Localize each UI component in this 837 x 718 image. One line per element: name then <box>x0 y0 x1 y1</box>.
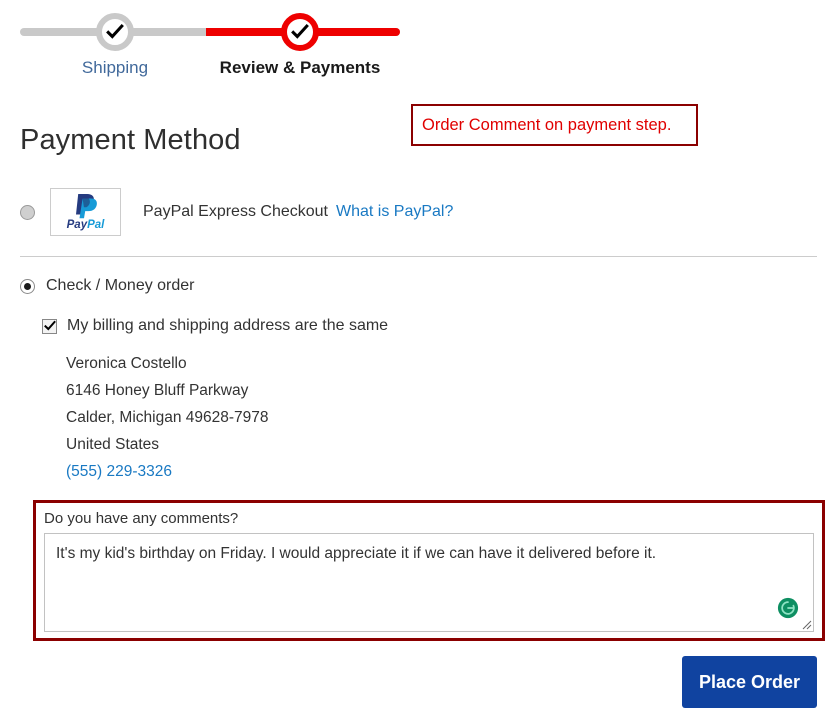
annotation-text: Order Comment on payment step. <box>422 115 672 134</box>
paypal-wordmark: PayPal <box>66 219 105 231</box>
check-icon <box>291 23 309 39</box>
payment-method-label-paypal: PayPal Express Checkout <box>143 203 328 220</box>
checkout-progress-bar: Shipping Review & Payments <box>0 0 837 92</box>
order-comment-field-group: Do you have any comments? It's my kid's … <box>33 500 825 641</box>
step-circle-shipping <box>96 13 134 51</box>
billing-same-as-shipping-label: My billing and shipping address are the … <box>67 317 389 334</box>
annotation-callout: Order Comment on payment step. <box>411 104 698 146</box>
radio-check-money-order[interactable] <box>20 278 35 294</box>
place-order-button[interactable]: Place Order <box>682 656 817 708</box>
address-city-state-zip: Calder, Michigan 49628-7978 <box>66 409 269 426</box>
payment-method-checkmo[interactable]: Check / Money order <box>20 277 195 295</box>
checkbox-billing-same-as-shipping[interactable] <box>42 318 57 334</box>
address-name: Veronica Costello <box>66 355 187 372</box>
order-comment-textarea[interactable]: It's my kid's birthday on Friday. I woul… <box>44 533 814 632</box>
grammarly-icon[interactable] <box>777 597 799 619</box>
progress-step-review-payments[interactable]: Review & Payments <box>200 0 400 78</box>
check-icon <box>106 23 124 39</box>
progress-step-label-review-payments: Review & Payments <box>219 58 381 77</box>
payment-method-label-checkmo: Check / Money order <box>46 277 195 294</box>
radio-paypal[interactable] <box>20 204 35 220</box>
check-icon <box>43 320 56 331</box>
address-street: 6146 Honey Bluff Parkway <box>66 382 249 399</box>
step-circle-review-payments <box>281 13 319 51</box>
order-comment-value: It's my kid's birthday on Friday. I woul… <box>56 545 657 562</box>
paypal-mark-icon <box>75 194 97 219</box>
progress-step-shipping[interactable]: Shipping <box>15 0 215 78</box>
payment-methods-divider <box>20 256 817 257</box>
paypal-logo-icon: PayPal <box>50 188 121 236</box>
payment-method-paypal[interactable]: PayPal PayPal Express Checkout What is P… <box>20 188 453 236</box>
address-phone-link[interactable]: (555) 229-3326 <box>66 458 269 485</box>
address-country: United States <box>66 436 160 453</box>
billing-same-as-shipping-row[interactable]: My billing and shipping address are the … <box>42 317 388 335</box>
billing-address-block: Veronica Costello 6146 Honey Bluff Parkw… <box>66 350 269 485</box>
progress-step-label-shipping: Shipping <box>81 58 149 77</box>
what-is-paypal-link[interactable]: What is PayPal? <box>336 203 453 221</box>
resize-handle-icon[interactable] <box>800 618 812 630</box>
order-comment-label: Do you have any comments? <box>44 510 239 527</box>
page-title: Payment Method <box>20 124 241 156</box>
